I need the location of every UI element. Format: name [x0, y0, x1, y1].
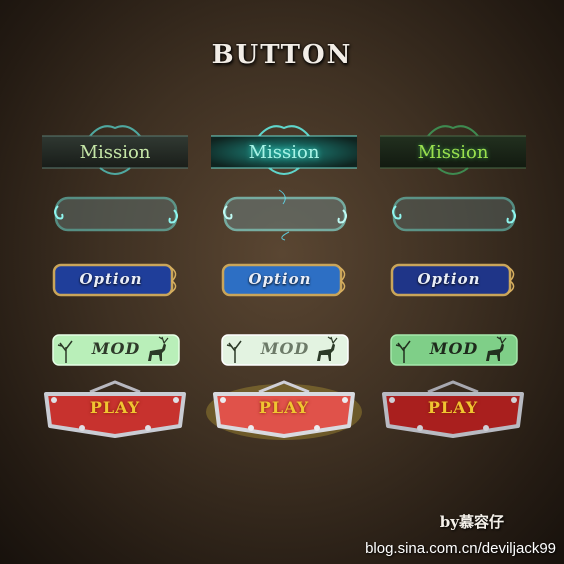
option-label: Option: [79, 270, 143, 288]
frame-graphic: [54, 196, 178, 232]
mod-button-pressed[interactable]: MOD: [390, 333, 518, 367]
play-button-normal[interactable]: PLAY: [40, 380, 190, 442]
mod-button-hover[interactable]: MOD: [221, 333, 349, 367]
frame-graphic: [392, 196, 516, 232]
mission-button-hover[interactable]: Mission: [209, 122, 359, 178]
mission-label: Mission: [79, 142, 151, 163]
play-button-hover[interactable]: PLAY: [206, 380, 362, 442]
blog-watermark: blog.sina.com.cn/deviljack99: [365, 540, 556, 557]
mission-label: Mission: [248, 142, 320, 163]
play-label: PLAY: [89, 398, 141, 417]
option-button-pressed[interactable]: Option: [390, 263, 518, 297]
frame-graphic: [223, 189, 347, 241]
mission-button-normal[interactable]: Mission: [40, 122, 190, 178]
mission-label: Mission: [417, 142, 489, 163]
mod-button-normal[interactable]: MOD: [52, 333, 180, 367]
author-credit: by慕容仔: [439, 513, 504, 531]
mission-button-pressed[interactable]: Mission: [378, 122, 528, 178]
option-label: Option: [417, 270, 481, 288]
mod-label: MOD: [260, 339, 310, 358]
button-sheet: BUTTON Mission Mission Mission Option Op…: [0, 0, 564, 564]
frame-button-pressed[interactable]: [388, 192, 520, 236]
frame-button-hover[interactable]: [219, 188, 351, 241]
frame-button-normal[interactable]: [50, 192, 182, 236]
mod-label: MOD: [429, 339, 479, 358]
play-label: PLAY: [258, 398, 310, 417]
page-title: BUTTON: [211, 40, 353, 70]
option-label: Option: [248, 270, 312, 288]
option-button-hover[interactable]: Option: [221, 263, 349, 297]
mod-label: MOD: [91, 339, 141, 358]
option-button-normal[interactable]: Option: [52, 263, 180, 297]
play-button-pressed[interactable]: PLAY: [378, 380, 528, 442]
play-label: PLAY: [427, 398, 479, 417]
